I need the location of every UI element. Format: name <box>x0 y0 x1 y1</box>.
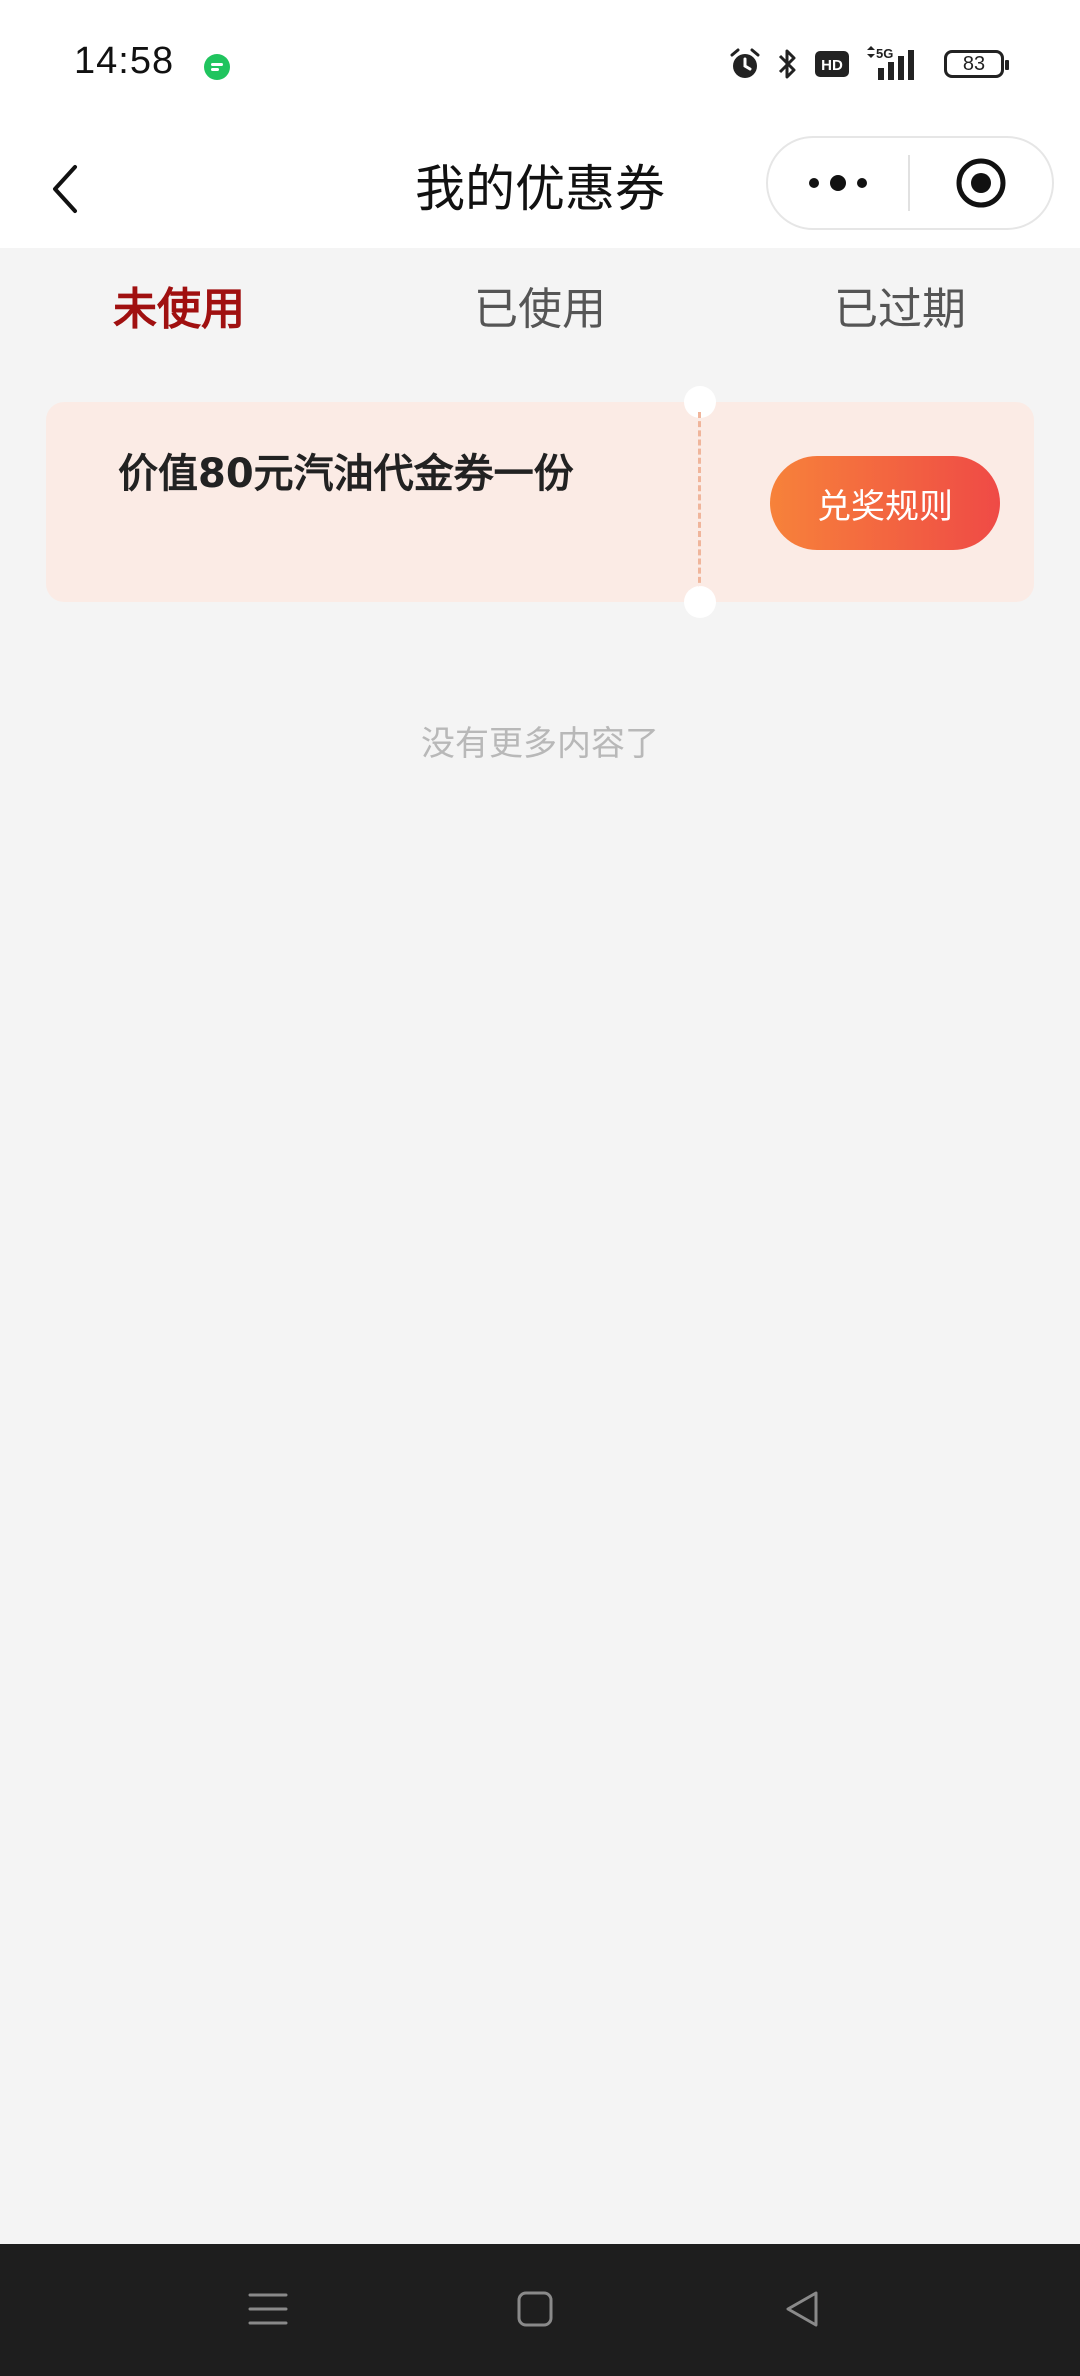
chat-notification-icon <box>204 54 230 80</box>
back-triangle-icon <box>786 2291 818 2327</box>
tab-unused[interactable]: 未使用 <box>29 278 329 342</box>
svg-text:5G: 5G <box>876 46 893 61</box>
redeem-rules-button[interactable]: 兑奖规则 <box>770 456 1000 550</box>
tab-expired[interactable]: 已过期 <box>750 278 1050 342</box>
bluetooth-icon <box>778 49 796 79</box>
battery-level: 83 <box>962 52 986 75</box>
5g-signal-icon: 5G <box>867 46 914 80</box>
target-close-icon <box>956 158 1006 208</box>
coupon-perforation <box>698 412 701 592</box>
status-bar: 14:58 HD 5G 83 <box>0 0 1080 132</box>
coupon-title: 价值80元汽油代金券一份 <box>118 451 574 497</box>
home-button[interactable] <box>495 2274 575 2344</box>
coupon-tabs: 未使用 已使用 已过期 <box>0 248 1080 378</box>
battery-icon: 83 <box>944 50 1009 78</box>
more-dots-icon <box>809 175 867 191</box>
coupon-card[interactable]: 价值80元汽油代金券一份 兑奖规则 <box>46 386 1034 618</box>
status-icons: HD 5G 83 <box>728 44 1009 84</box>
home-square-icon <box>517 2291 553 2327</box>
close-button[interactable] <box>910 138 1052 228</box>
nav-bar: 我的优惠券 <box>0 132 1080 248</box>
system-navigation-bar <box>0 2244 1080 2376</box>
status-time: 14:58 <box>74 40 175 82</box>
system-back-button[interactable] <box>762 2274 842 2344</box>
coupon-notch-bottom <box>684 586 716 618</box>
no-more-content-text: 没有更多内容了 <box>421 724 659 764</box>
more-button[interactable] <box>768 138 908 228</box>
mini-program-capsule <box>766 136 1054 230</box>
hd-icon: HD <box>815 51 849 77</box>
alarm-icon <box>730 48 760 78</box>
menu-icon <box>248 2293 288 2325</box>
tab-used[interactable]: 已使用 <box>390 278 690 342</box>
svg-text:HD: HD <box>821 57 843 74</box>
menu-button[interactable] <box>228 2274 308 2344</box>
